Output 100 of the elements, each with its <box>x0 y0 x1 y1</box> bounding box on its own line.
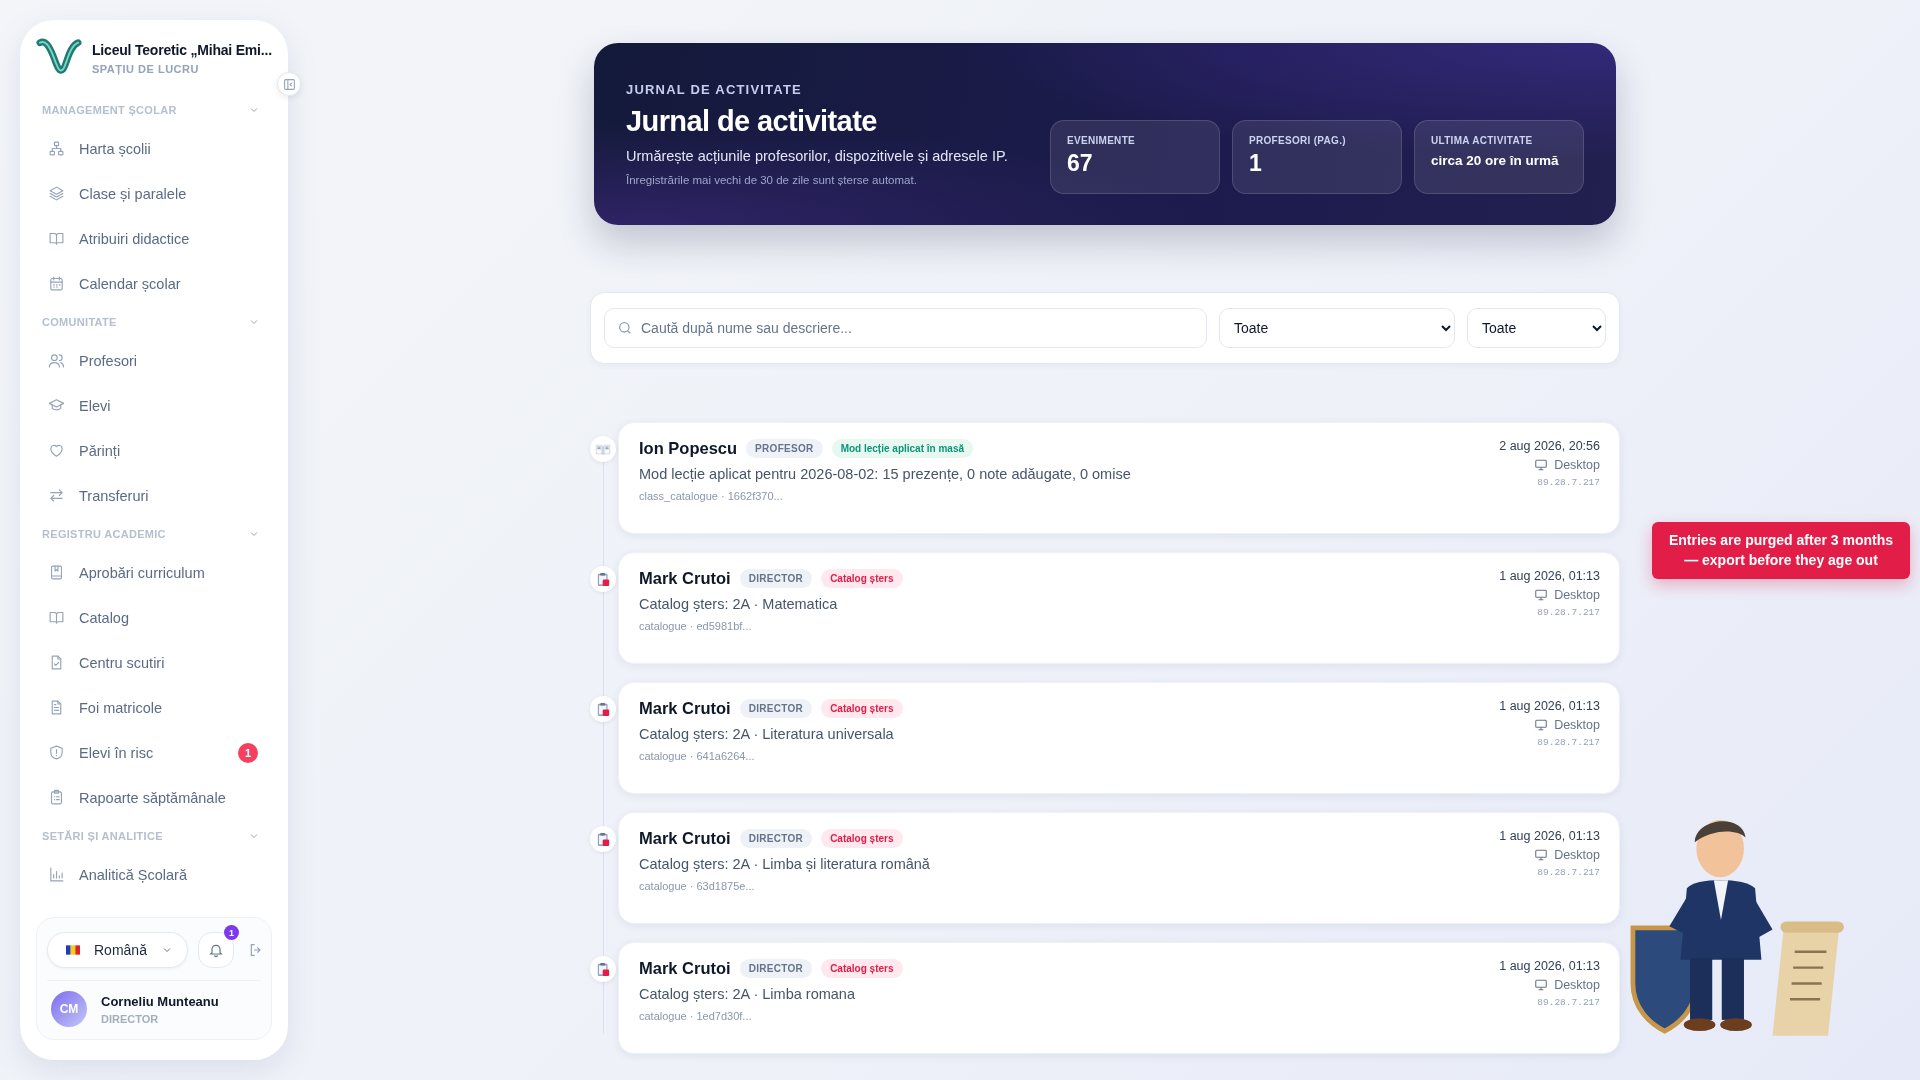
sidebar-item[interactable]: Clase și paralele <box>36 171 272 216</box>
event-description: Mod lecție aplicat pentru 2026-08-02: 15 prezențe, 0 note adăugate, 0 omise <box>639 466 1131 482</box>
device-label: Desktop <box>1554 588 1600 602</box>
ip-address: 89.28.7.217 <box>1537 607 1600 618</box>
sidebar-item-label: Atribuiri didactice <box>79 230 191 247</box>
workspace-label: SPAȚIU DE LUCRU <box>92 62 200 75</box>
count-badge: 1 <box>238 742 258 763</box>
action-tag: Catalog șters <box>821 699 903 718</box>
user-avatar: CM <box>51 991 87 1027</box>
shield-icon <box>48 744 65 761</box>
ip-address: 89.28.7.217 <box>1537 477 1600 488</box>
role-tag: DIRECTOR <box>739 569 813 588</box>
stat-value: 1 <box>1249 150 1263 177</box>
sidebar-item[interactable]: Aprobări curriculum <box>36 550 272 595</box>
device-label: Desktop <box>1554 458 1600 472</box>
action-tag: Catalog șters <box>821 829 903 848</box>
search-field[interactable]: Caută după nume sau descriere... <box>604 308 1207 348</box>
stat-value: circa 20 ore în urmă <box>1431 153 1560 168</box>
users-icon <box>48 352 65 369</box>
sidebar-item-label: Elevi <box>79 397 112 414</box>
bar-chart-icon <box>48 866 65 883</box>
retention-note: Înregistrările mai vechi de 30 de zile sunt șterse automat. <box>626 174 918 186</box>
event-description: Catalog șters: 2A · Limba romana <box>639 986 856 1002</box>
sidebar-item-label: Elevi în risc <box>79 744 155 761</box>
book-icon <box>48 609 65 626</box>
clipboard-icon <box>590 696 616 722</box>
language-select[interactable]: Română <box>47 932 188 968</box>
sidebar-item-label: Foi matricole <box>79 699 163 716</box>
sidebar-item-label: Analitică Școlară <box>79 866 188 883</box>
stat-label: EVENIMENTE <box>1067 135 1136 146</box>
sidebar-item[interactable]: Calendar școlar <box>36 261 272 306</box>
notification-badge: 1 <box>223 925 239 940</box>
sidebar-item[interactable]: Atribuiri didactice <box>36 216 272 261</box>
record-reference: catalogue · 641a6264... <box>639 750 756 762</box>
page-title: Jurnal de activitate <box>626 105 878 138</box>
page-subtitle: Urmărește acțiunile profesorilor, dispozitivele și adresele IP. <box>626 148 1008 164</box>
clipboard-icon <box>590 566 616 592</box>
role-tag: PROFESOR <box>746 439 823 458</box>
action-tag: Catalog șters <box>821 959 903 978</box>
sidebar-item-label: Rapoarte săptămânale <box>79 789 227 806</box>
event-time: 1 aug 2026, 01:13 <box>1499 569 1600 583</box>
sidebar-item-label: Centru scutiri <box>79 654 166 671</box>
device-label: Desktop <box>1554 978 1600 992</box>
filter-select[interactable]: Toate <box>1219 308 1455 348</box>
bookmark-book-icon <box>48 564 65 581</box>
event-description: Catalog șters: 2A · Literatura universala <box>639 726 895 742</box>
ip-address: 89.28.7.217 <box>1537 867 1600 878</box>
user-name: Mark Crutoi <box>639 569 731 588</box>
record-reference: catalogue · ed5981bf... <box>639 620 753 632</box>
sidebar-item-label: Catalog <box>79 609 130 626</box>
sidebar-item[interactable]: Elevi în risc 1 <box>36 730 272 775</box>
sidebar-item-label: Harta școlii <box>79 140 152 157</box>
event-description: Catalog șters: 2A · Matematica <box>639 596 839 612</box>
school-name: Liceul Teoretic „Mihai Emi... <box>92 41 272 60</box>
sidebar-item[interactable]: Transferuri <box>36 473 272 518</box>
action-tag: Catalog șters <box>821 569 903 588</box>
action-tag: Mod lecție aplicat în masă <box>831 439 973 458</box>
user-name: Corneliu Munteanu <box>101 993 219 1009</box>
user-role: DIRECTOR <box>101 1012 160 1025</box>
book-icon <box>48 230 65 247</box>
sidebar-item[interactable]: Catalog <box>36 595 272 640</box>
bell-icon <box>207 942 224 958</box>
user-name: Mark Crutoi <box>639 829 731 848</box>
monitor-icon <box>1534 848 1549 862</box>
retention-tooltip: Entries are purged after 3 months — export before they age out <box>1652 522 1910 580</box>
collapse-button[interactable] <box>277 72 301 96</box>
sidebar-item-label: Părinți <box>79 442 122 459</box>
layers-icon <box>48 185 65 202</box>
role-tag: DIRECTOR <box>739 829 813 848</box>
sidebar-item[interactable]: Rapoarte săptămânale <box>36 775 272 820</box>
sidebar-item-label: Aprobări curriculum <box>79 564 206 581</box>
graduation-cap-icon <box>48 397 65 414</box>
monitor-icon <box>1534 458 1549 472</box>
sidebar-item[interactable]: Centru scutiri <box>36 640 272 685</box>
event-time: 1 aug 2026, 01:13 <box>1499 829 1600 843</box>
sidebar-item-label: Calendar școlar <box>79 275 182 292</box>
device-label: Desktop <box>1554 848 1600 862</box>
record-reference: class_catalogue · 1662f370... <box>639 490 784 502</box>
event-description: Catalog șters: 2A · Limba și literatura română <box>639 856 930 872</box>
sidebar-item-label: Profesori <box>79 352 139 369</box>
calendar-icon <box>48 275 65 292</box>
sitemap-icon <box>48 140 65 157</box>
eyebrow-label: JURNAL DE ACTIVITATE <box>626 82 803 97</box>
notifications-button[interactable] <box>197 932 234 968</box>
monitor-icon <box>1534 588 1549 602</box>
sidebar-item[interactable]: Părinți <box>36 428 272 473</box>
role-tag: DIRECTOR <box>739 699 813 718</box>
sidebar-item[interactable]: Analitică Școlară <box>36 852 272 897</box>
user-name: Ion Popescu <box>639 439 738 458</box>
sidebar-item[interactable]: Foi matricole <box>36 685 272 730</box>
stat-label: ULTIMA ACTIVITATE <box>1431 135 1534 146</box>
clipboard-icon <box>590 956 616 982</box>
ip-address: 89.28.7.217 <box>1537 737 1600 748</box>
sidebar-item[interactable]: Elevi <box>36 383 272 428</box>
stat-value: 67 <box>1067 150 1094 177</box>
filter-select[interactable]: Toate <box>1467 308 1606 348</box>
sidebar-item[interactable]: Profesori <box>36 338 272 383</box>
sidebar-item[interactable]: Harta școlii <box>36 126 272 171</box>
stat-label: PROFESORI (PAG.) <box>1249 135 1347 146</box>
heart-icon <box>48 442 65 459</box>
